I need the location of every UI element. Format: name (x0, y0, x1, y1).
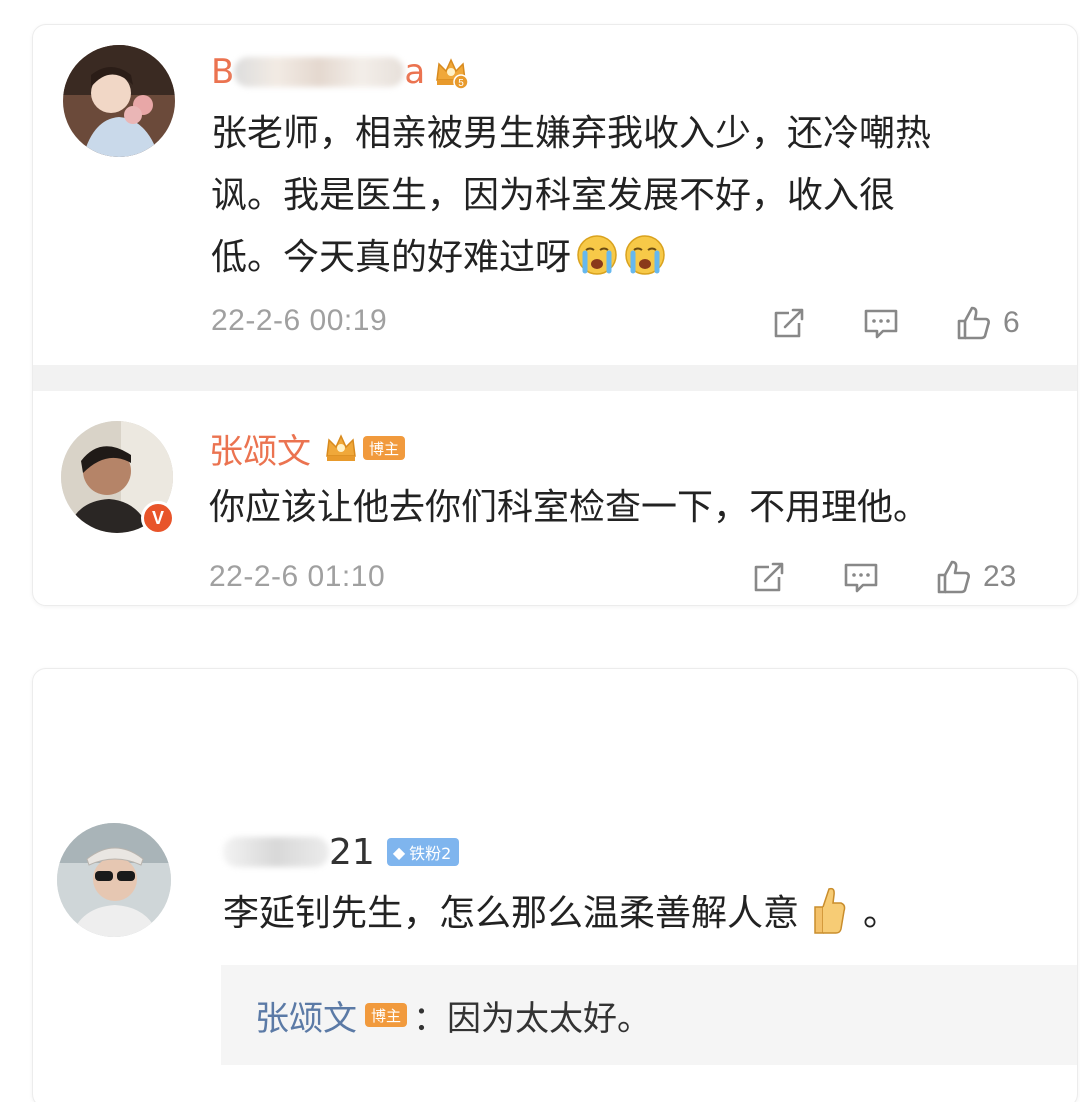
fan-tag: ◆ 铁粉2 (386, 838, 460, 866)
comment-card: 21 ◆ 铁粉2 李延钊先生，怎么那么温柔善解人意 。 张颂文 博主 ：因为太太好。 (32, 668, 1078, 1102)
author-name-suffix: a (404, 52, 426, 92)
author-name: 张颂文 (209, 431, 311, 472)
author-name-suffix: 21 (329, 831, 375, 873)
comment-author[interactable]: B a 5 (211, 49, 469, 95)
comment-text: 张老师，相亲被男生嫌弃我收入少，还冷嘲热 讽。我是医生，因为科室发展不好，收入很… (211, 103, 1061, 289)
share-icon[interactable] (749, 557, 789, 597)
verified-badge: V (141, 501, 175, 535)
vip-crown-icon: 5 (433, 54, 469, 90)
author-name-initial: B (211, 52, 235, 92)
comment-text-end: 。 (863, 893, 900, 934)
comment-meta: 22-2-6 01:10 (209, 557, 385, 597)
comment-icon[interactable] (861, 303, 901, 343)
like-icon[interactable] (953, 303, 993, 343)
crying-face-icon (575, 233, 619, 277)
fan-tag-label: 铁粉2 (409, 844, 452, 863)
avatar[interactable] (57, 823, 171, 937)
avatar-photo-icon (57, 823, 171, 937)
comment-author[interactable]: 21 ◆ 铁粉2 (223, 829, 460, 875)
comment-actions: 6 (769, 303, 1020, 343)
thumbs-up-icon (803, 883, 849, 937)
blurred-name (223, 837, 329, 867)
comment-text-line: 张老师，相亲被男生嫌弃我收入少，还冷嘲热 (211, 113, 932, 154)
like-count: 6 (1003, 306, 1020, 339)
crown-level: 5 (458, 78, 464, 89)
blurred-name (234, 57, 405, 87)
diamond-icon: ◆ (392, 842, 406, 862)
comment-text-line: 低。今天真的好难过呀 (211, 227, 1061, 289)
share-icon[interactable] (769, 303, 809, 343)
divider (33, 365, 1077, 391)
comment-text-content: 李延钊先生，怎么那么温柔善解人意 (223, 893, 800, 934)
comment-actions: 23 (749, 557, 1016, 597)
comment-text: 李延钊先生，怎么那么温柔善解人意 。 (223, 883, 1073, 945)
timestamp: 22-2-6 01:10 (209, 560, 386, 593)
like-count: 23 (983, 560, 1017, 593)
comment-icon[interactable] (841, 557, 881, 597)
comment-text-line-content: 低。今天真的好难过呀 (211, 237, 572, 278)
like-icon[interactable] (933, 557, 973, 597)
reply-box[interactable]: 张颂文 博主 ：因为太太好。 (221, 965, 1077, 1065)
blogger-tag: 博主 (363, 436, 406, 460)
comment-text: 你应该让他去你们科室检查一下，不用理他。 (209, 487, 930, 528)
comment-meta: 22-2-6 00:19 (211, 301, 387, 341)
timestamp: 22-2-6 00:19 (211, 304, 388, 337)
vip-crown-icon (323, 430, 359, 466)
comment-author[interactable]: 张颂文 博主 (209, 425, 406, 472)
crying-face-icon (623, 233, 667, 277)
reply-text: ：因为太太好。 (413, 998, 652, 1039)
avatar[interactable] (63, 45, 175, 157)
avatar-photo-icon (63, 45, 175, 157)
reply-author[interactable]: 张颂文 (255, 991, 357, 1040)
comment-text-line: 讽。我是医生，因为科室发展不好，收入很 (211, 175, 896, 216)
blogger-tag: 博主 (365, 1003, 408, 1027)
comment-card-thread: B a 5 张老师，相亲被男生嫌弃我收入少，还冷嘲热 讽。我是医生，因为科室发展… (32, 24, 1078, 606)
